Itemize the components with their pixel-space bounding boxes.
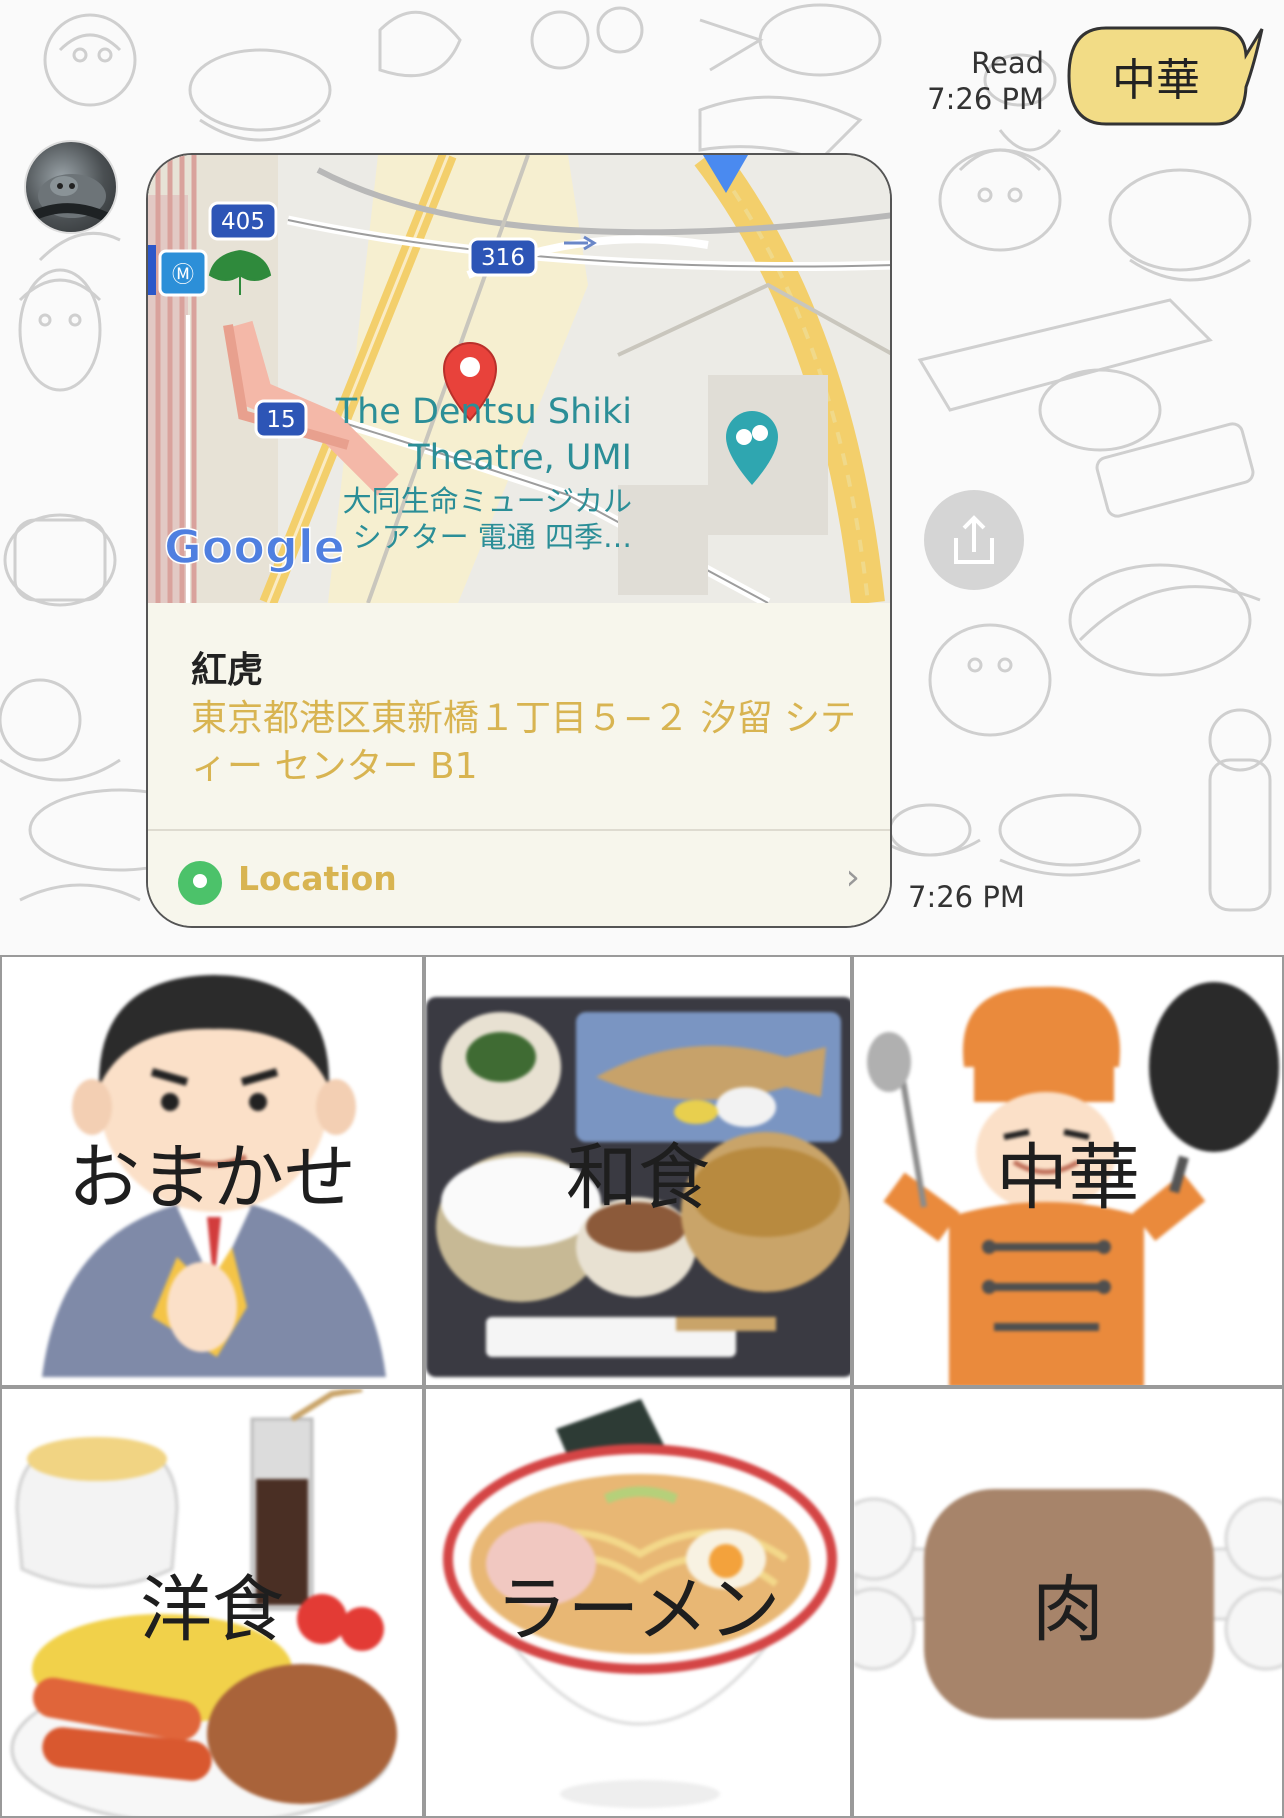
location-label: Location <box>238 859 397 898</box>
menu-label-washoku: 和食 <box>565 1135 710 1220</box>
location-link[interactable]: Location › <box>148 831 890 926</box>
place-name: 紅虎 <box>191 650 264 691</box>
menu-label-chuka: 中華 <box>995 1135 1140 1220</box>
share-button[interactable] <box>924 490 1024 590</box>
menu-item-ramen[interactable]: ラーメン <box>424 1387 852 1818</box>
map-poi-label-en-1: The Dentsu Shiki <box>335 392 632 432</box>
location-pin-icon <box>178 861 222 905</box>
outgoing-message-text: 中華 <box>1112 55 1200 106</box>
menu-label-omakase: おまかせ <box>67 1135 356 1220</box>
incoming-time: 7:26 PM <box>908 880 1025 914</box>
chevron-right-icon: › <box>845 857 860 898</box>
read-label: Read <box>971 46 1044 80</box>
menu-item-yoshoku[interactable]: 洋食 <box>0 1387 424 1818</box>
menu-label-yoshoku: 洋食 <box>139 1567 284 1651</box>
route-badge-316: 316 <box>481 245 525 271</box>
map-poi-label-en-2: Theatre, UMI <box>407 438 632 478</box>
avatar-image <box>28 174 116 227</box>
menu-item-omakase[interactable]: おまかせ <box>0 955 424 1387</box>
menu-item-niku[interactable]: 肉 <box>852 1387 1284 1818</box>
outgoing-time: 7:26 PM <box>927 82 1044 116</box>
map-poi-label-jp-2: シアター 電通 四季… <box>353 520 632 554</box>
menu-item-washoku[interactable]: 和食 <box>424 955 852 1387</box>
share-icon <box>954 515 994 564</box>
rich-menu: おまかせ 和食 中華 洋食 ラーメン 肉 <box>0 955 1284 1818</box>
map-preview[interactable]: Ⓜ 405 316 15 The Dentsu Shiki Theatre, U… <box>148 155 892 603</box>
location-message-card[interactable]: Ⓜ 405 316 15 The Dentsu Shiki Theatre, U… <box>146 153 892 928</box>
svg-text:Ⓜ: Ⓜ <box>172 263 194 288</box>
map-poi-label-jp-1: 大同生命ミュージカル <box>343 484 632 518</box>
read-receipt: Read 7:26 PM <box>927 45 1044 117</box>
chat-area: Read 7:26 PM 中華 Ⓜ 405 316 15 The Dentsu … <box>0 0 1284 955</box>
google-logo: Google <box>164 520 345 574</box>
avatar[interactable] <box>24 140 118 234</box>
outgoing-message-bubble[interactable]: 中華 <box>1066 25 1266 127</box>
menu-label-niku: 肉 <box>1031 1567 1104 1651</box>
location-info[interactable]: 紅虎 東京都港区東新橋１丁目５−２ 汐留 シティー センター B1 Locati… <box>148 603 890 926</box>
menu-label-ramen: ラーメン <box>495 1567 781 1651</box>
route-badge-405: 405 <box>221 209 265 235</box>
place-address: 東京都港区東新橋１丁目５−２ 汐留 シティー センター B1 <box>191 698 857 787</box>
menu-item-chuka[interactable]: 中華 <box>852 955 1284 1387</box>
route-badge-15: 15 <box>266 407 295 433</box>
